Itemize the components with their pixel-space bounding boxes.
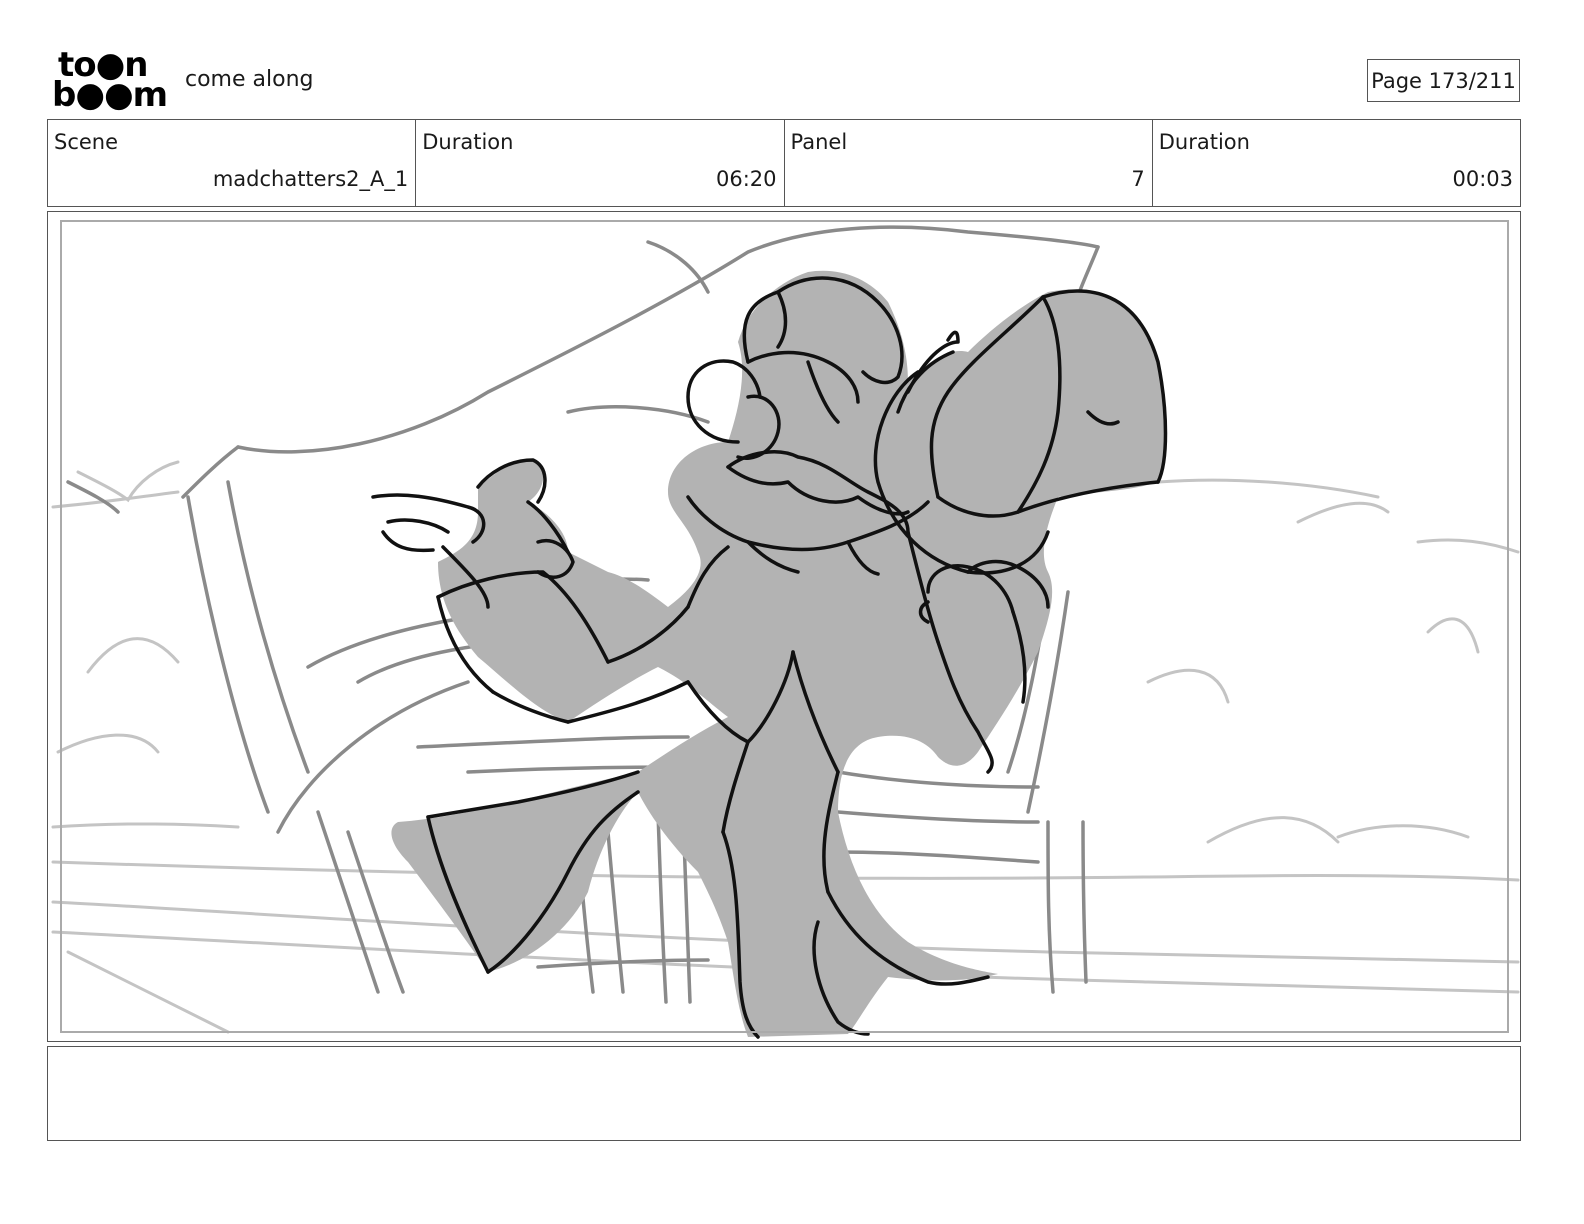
panel-duration-label: Duration: [1158, 130, 1250, 154]
scene-cell: Scene madchatters2_A_1: [48, 120, 417, 206]
panel-duration-value: 00:03: [1452, 167, 1513, 191]
scene-value: madchatters2_A_1: [212, 167, 409, 191]
panel-label: Panel: [790, 130, 848, 154]
page-number-label: Page 173/211: [1371, 68, 1516, 93]
panel-duration-cell: Duration 00:03: [1153, 120, 1520, 206]
panel-value: 7: [1131, 167, 1145, 191]
scene-duration-label: Duration: [422, 130, 514, 154]
panel-safe-area: [60, 220, 1509, 1033]
panel-notes-box: [47, 1046, 1521, 1141]
scene-duration-cell: Duration 06:20: [416, 120, 785, 206]
scene-label: Scene: [54, 130, 119, 154]
project-title: come along: [185, 67, 314, 92]
panel-cell: Panel 7: [785, 120, 1153, 206]
page-number: Page 173/211: [1367, 59, 1520, 102]
toonboom-logo: to●n b●●m: [52, 48, 168, 115]
scene-info-table: Scene madchatters2_A_1 Duration 06:20 Pa…: [47, 119, 1521, 207]
scene-duration-value: 06:20: [715, 167, 777, 191]
logo-text-bottom: b●●m: [52, 75, 168, 115]
storyboard-panel: [47, 211, 1521, 1042]
